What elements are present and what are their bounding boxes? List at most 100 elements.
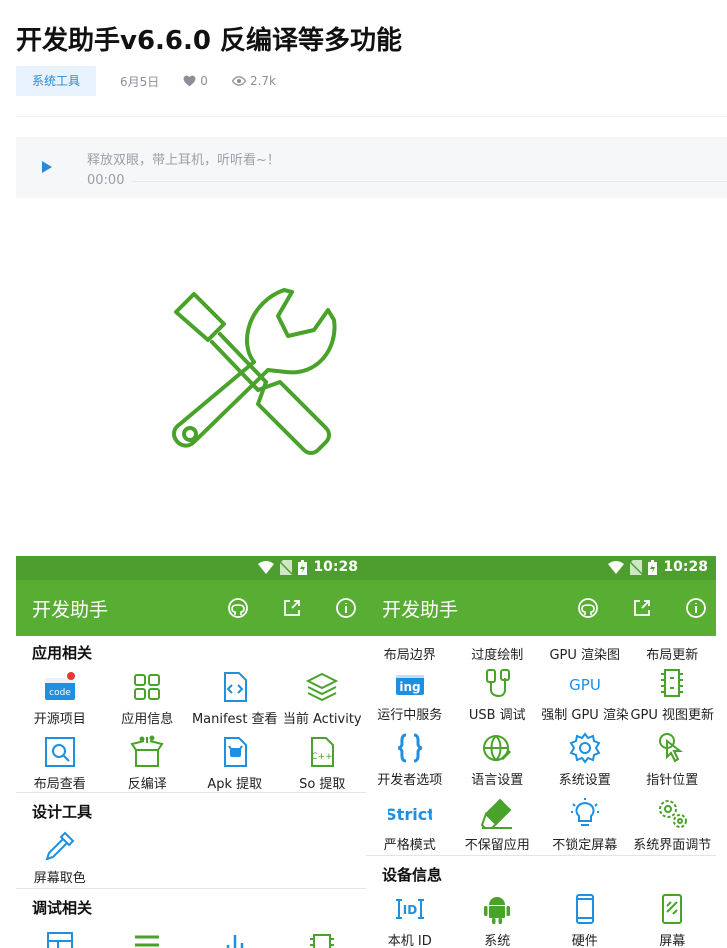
tool-hardware-info[interactable]: 硬件	[541, 888, 629, 948]
category-tag[interactable]: 系统工具	[16, 66, 97, 96]
play-icon[interactable]	[40, 159, 54, 175]
chip-icon	[655, 666, 689, 700]
svg-text:C++: C++	[312, 752, 333, 762]
tool-partial[interactable]	[16, 921, 104, 948]
cpp-file-icon: C++	[305, 735, 339, 769]
tool-label: Manifest 查看	[191, 712, 278, 727]
date-text: 6月5日	[120, 74, 160, 89]
tool-overdraw[interactable]: 过度绘制	[454, 632, 542, 662]
tool-usb-debug[interactable]: USB 调试	[454, 662, 542, 727]
tool-label: 应用信息	[121, 712, 174, 727]
touch-icon	[655, 731, 689, 765]
info-icon[interactable]	[334, 596, 358, 620]
section-title-debug: 调试相关	[32, 899, 93, 917]
tool-label: 布局更新	[646, 648, 699, 662]
tool-label: 屏幕取色	[33, 871, 86, 886]
wifi-icon	[608, 560, 625, 574]
tool-running-services[interactable]: ing 运行中服务	[366, 662, 454, 727]
tool-language[interactable]: 语言设置	[454, 727, 542, 792]
tool-partial[interactable]	[191, 921, 279, 948]
tool-gpu-render[interactable]: GPU 渲染图	[541, 632, 629, 662]
app-title: 开发助手	[382, 599, 459, 621]
like-count[interactable]: 0	[183, 74, 208, 88]
tool-label: USB 调试	[468, 708, 526, 723]
status-time: 10:28	[313, 559, 358, 575]
tool-color-picker[interactable]: 屏幕取色	[16, 825, 104, 890]
tool-system-info[interactable]: 系统	[454, 888, 542, 948]
gear-icon	[568, 731, 602, 765]
divider	[16, 116, 727, 117]
tool-label: GPU 渲染图	[549, 648, 621, 662]
tool-label: GPU 视图更新	[630, 708, 715, 723]
bulb-icon	[568, 796, 602, 830]
phone-icon	[568, 892, 602, 926]
tool-system-settings[interactable]: 系统设置	[541, 727, 629, 792]
eraser-icon	[480, 796, 514, 830]
app-tools-grid: code 开源项目 应用信息 Manifest 查看 当前 Activity 布…	[16, 666, 366, 796]
tool-label: 系统	[484, 934, 511, 948]
battery-icon	[298, 559, 308, 575]
eye-icon	[231, 76, 246, 86]
player-hint: 释放双眼，带上耳机，听听看~！	[87, 153, 280, 168]
section-title-device: 设备信息	[382, 866, 443, 884]
tool-label: 不锁定屏幕	[552, 838, 618, 853]
share-icon[interactable]	[630, 596, 654, 620]
tool-strict-mode[interactable]: Strict 严格模式	[366, 792, 454, 857]
tool-layout-bounds[interactable]: 布局边界	[366, 632, 454, 662]
tool-label: 开源项目	[33, 712, 86, 727]
tool-open-source[interactable]: code 开源项目	[16, 666, 104, 731]
tool-label: 开发者选项	[377, 773, 443, 788]
design-tools-grid: 屏幕取色	[16, 825, 366, 890]
tool-decompile[interactable]: 反编译	[104, 731, 192, 796]
tool-label: 屏幕	[659, 934, 686, 948]
progress-track[interactable]	[132, 181, 727, 182]
ing-icon: ing	[393, 666, 427, 700]
tool-screen-info[interactable]: 屏幕	[629, 888, 717, 948]
tool-layout-update[interactable]: 布局更新	[629, 632, 717, 662]
tool-so-extract[interactable]: C++ So 提取	[279, 731, 367, 796]
tool-gpu-view-update[interactable]: GPU 视图更新	[629, 662, 717, 727]
layers-icon	[305, 670, 339, 704]
view-count: 2.7k	[231, 74, 276, 88]
status-bar: 10:28	[16, 556, 366, 580]
app-title: 开发助手	[32, 599, 109, 621]
tool-system-ui-tuner[interactable]: 系统界面调节	[629, 792, 717, 857]
views-text: 2.7k	[249, 74, 276, 88]
tool-label: 当前 Activity	[282, 712, 362, 727]
gpu-icon: GPU	[568, 666, 602, 700]
tool-force-gpu[interactable]: GPU 强制 GPU 渲染	[541, 662, 629, 727]
tool-partial[interactable]	[279, 921, 367, 948]
strict-icon: Strict	[388, 796, 432, 830]
tool-label: 布局边界	[383, 648, 436, 662]
tool-layout-inspect[interactable]: 布局查看	[16, 731, 104, 796]
tool-label: 系统界面调节	[633, 838, 712, 853]
likes-text: 0	[200, 74, 208, 88]
grid-icon	[130, 670, 164, 704]
section-title-design: 设计工具	[32, 803, 93, 821]
tool-label: 反编译	[127, 777, 167, 792]
heart-icon	[183, 75, 196, 87]
braces-icon	[393, 731, 427, 765]
info-icon[interactable]	[684, 596, 708, 620]
github-icon[interactable]	[226, 596, 250, 620]
tool-partial[interactable]	[104, 921, 192, 948]
wifi-icon	[258, 560, 275, 574]
debug-tools-grid	[16, 921, 366, 948]
tool-app-info[interactable]: 应用信息	[104, 666, 192, 731]
github-icon[interactable]	[576, 596, 600, 620]
id-icon: ID	[393, 892, 427, 926]
tool-device-id[interactable]: ID 本机 ID	[366, 888, 454, 948]
share-icon[interactable]	[280, 596, 304, 620]
tool-pointer-location[interactable]: 指针位置	[629, 727, 717, 792]
tool-apk-extract[interactable]: Apk 提取	[191, 731, 279, 796]
tool-manifest[interactable]: Manifest 查看	[191, 666, 279, 731]
tool-developer-options[interactable]: 开发者选项	[366, 727, 454, 792]
tool-no-lock-screen[interactable]: 不锁定屏幕	[541, 792, 629, 857]
tool-current-activity[interactable]: 当前 Activity	[279, 666, 367, 731]
tool-no-keep-apps[interactable]: 不保留应用	[454, 792, 542, 857]
bar-chart-icon	[218, 925, 252, 948]
chip-icon	[305, 925, 339, 948]
app-bar: 开发助手	[366, 580, 716, 636]
phone-screenshot-right: 10:28 开发助手 布局边界 过度绘制 GPU 渲染图 布局更新 ing 运行…	[366, 556, 716, 948]
tool-label: So 提取	[299, 777, 346, 792]
